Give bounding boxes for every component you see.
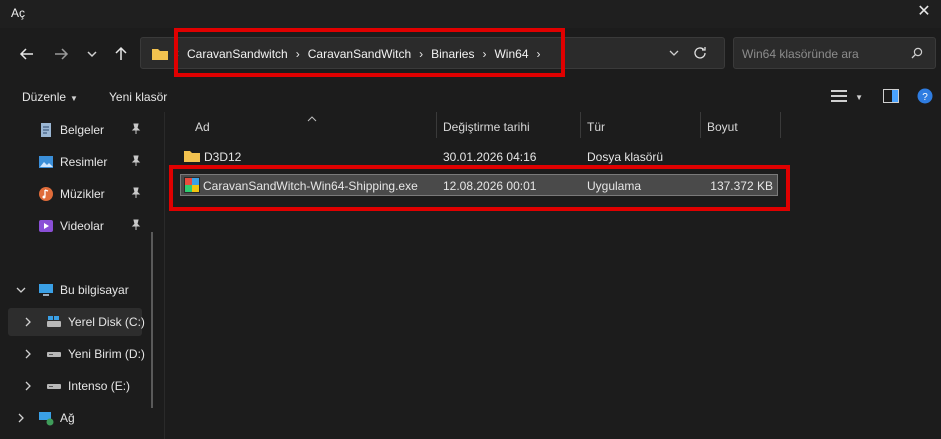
pin-icon[interactable] bbox=[130, 187, 142, 202]
column-header-date[interactable]: Değiştirme tarihi bbox=[443, 120, 530, 148]
chevron-down-icon[interactable] bbox=[15, 284, 27, 299]
column-divider[interactable] bbox=[436, 112, 437, 138]
help-icon[interactable]: ? bbox=[917, 88, 933, 107]
view-dropdown-icon[interactable]: ▼ bbox=[855, 93, 863, 102]
organize-label: Düzenle bbox=[22, 90, 67, 104]
pin-icon[interactable] bbox=[130, 155, 142, 170]
documents-icon bbox=[38, 122, 54, 138]
sort-ascending-icon bbox=[307, 111, 317, 125]
chevron-right-icon[interactable] bbox=[22, 348, 34, 363]
sidebar-item-label: Yerel Disk (C:) bbox=[68, 315, 145, 329]
sidebar-item-label: Müzikler bbox=[60, 187, 105, 201]
file-name: D3D12 bbox=[204, 150, 242, 164]
sidebar-item-music[interactable]: Müzikler bbox=[0, 180, 150, 208]
back-arrow-icon[interactable] bbox=[16, 43, 38, 65]
sidebar-item-drive-c[interactable]: Yerel Disk (C:) bbox=[8, 308, 145, 336]
address-dropdown-icon[interactable] bbox=[668, 47, 680, 62]
pictures-icon bbox=[38, 154, 54, 170]
drive-icon bbox=[46, 378, 62, 394]
system-drive-icon bbox=[46, 314, 62, 330]
sidebar-item-network[interactable]: Ağ bbox=[0, 404, 150, 432]
sidebar-item-videos[interactable]: Videolar bbox=[0, 212, 150, 240]
up-arrow-icon[interactable] bbox=[110, 43, 132, 65]
sidebar-item-label: Videolar bbox=[60, 219, 104, 233]
sidebar-item-label: Ağ bbox=[60, 411, 75, 425]
sidebar-item-label: Intenso (E:) bbox=[68, 379, 131, 393]
view-controls: ▼ ? bbox=[831, 88, 933, 107]
network-icon bbox=[38, 410, 54, 426]
music-icon bbox=[38, 186, 54, 202]
breadcrumb-highlight-box bbox=[174, 28, 565, 77]
sidebar-item-drive-d[interactable]: Yeni Birim (D:) bbox=[0, 340, 150, 368]
command-bar: Düzenle ▼ Yeni klasör ▼ ? bbox=[0, 84, 941, 112]
sidebar-item-label: Resimler bbox=[60, 155, 108, 169]
folder-icon bbox=[151, 47, 169, 64]
search-input[interactable] bbox=[740, 44, 904, 64]
forward-arrow-icon[interactable] bbox=[50, 43, 72, 65]
title-bar: Aç ✕ bbox=[0, 0, 941, 28]
chevron-right-icon[interactable] bbox=[15, 412, 27, 427]
chevron-right-icon[interactable] bbox=[22, 316, 34, 331]
drive-icon bbox=[46, 346, 62, 362]
sidebar-item-label: Bu bilgisayar bbox=[60, 283, 129, 297]
column-header-type[interactable]: Tür bbox=[587, 120, 605, 148]
sidebar-item-pictures[interactable]: Resimler bbox=[0, 148, 150, 176]
dropdown-arrow-icon: ▼ bbox=[70, 94, 78, 103]
recent-dropdown-icon[interactable] bbox=[81, 43, 103, 65]
svg-text:?: ? bbox=[922, 92, 928, 103]
column-header-name[interactable]: Ad bbox=[195, 120, 210, 148]
column-divider[interactable] bbox=[780, 112, 781, 138]
file-date: 30.01.2026 04:16 bbox=[443, 150, 537, 164]
window-title: Aç bbox=[11, 6, 26, 20]
column-divider[interactable] bbox=[580, 112, 581, 138]
column-header-size[interactable]: Boyut bbox=[707, 120, 738, 148]
chevron-right-icon[interactable] bbox=[22, 380, 34, 395]
refresh-icon[interactable] bbox=[690, 43, 710, 63]
view-options-icon[interactable] bbox=[831, 89, 848, 106]
pin-icon[interactable] bbox=[130, 123, 142, 138]
sidebar-scrollbar[interactable] bbox=[151, 232, 153, 408]
sidebar-item-label: Yeni Birim (D:) bbox=[68, 347, 145, 361]
new-folder-button[interactable]: Yeni klasör bbox=[109, 90, 167, 104]
sidebar-item-label: Belgeler bbox=[60, 123, 105, 137]
videos-icon bbox=[38, 218, 54, 234]
computer-icon bbox=[38, 282, 54, 298]
sidebar-item-documents[interactable]: Belgeler bbox=[0, 116, 150, 144]
search-box[interactable] bbox=[733, 37, 936, 69]
column-divider[interactable] bbox=[700, 112, 701, 138]
organize-menu[interactable]: Düzenle ▼ bbox=[22, 90, 78, 104]
navigation-pane: Belgeler Resimler Müzikler Videolar Bu b… bbox=[0, 112, 163, 439]
sidebar-item-drive-e[interactable]: Intenso (E:) bbox=[0, 372, 150, 400]
search-icon[interactable] bbox=[911, 47, 923, 62]
sidebar-item-this-pc[interactable]: Bu bilgisayar bbox=[0, 276, 150, 304]
close-icon[interactable]: ✕ bbox=[915, 3, 933, 21]
pane-divider[interactable] bbox=[164, 112, 165, 439]
folder-icon bbox=[183, 149, 201, 166]
preview-pane-icon[interactable] bbox=[883, 89, 899, 106]
file-highlight-box bbox=[169, 165, 790, 211]
pin-icon[interactable] bbox=[130, 219, 142, 234]
file-type: Dosya klasörü bbox=[587, 150, 664, 164]
